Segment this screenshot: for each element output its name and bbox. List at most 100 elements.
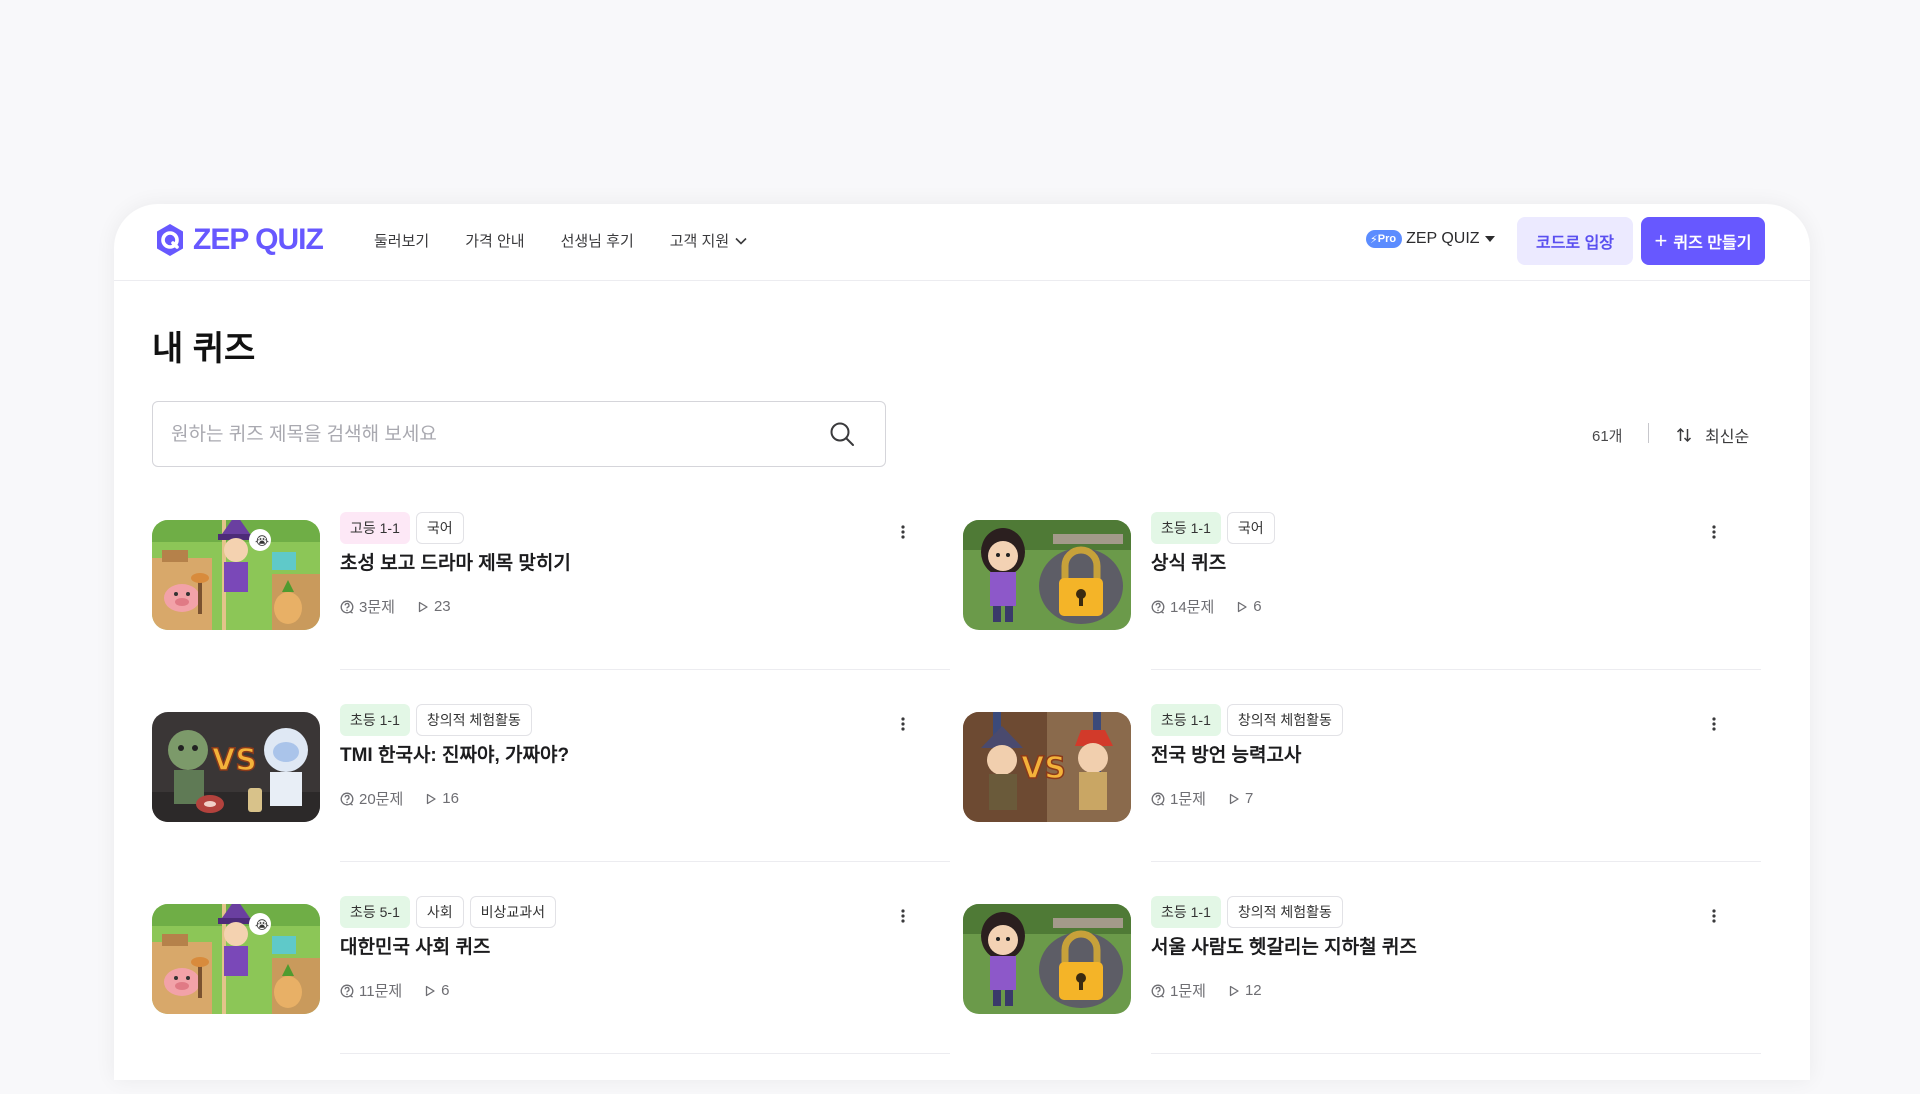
subject-tag: 창의적 체험활동 (1226, 896, 1343, 928)
kebab-dots (901, 525, 905, 539)
page-title: 내 퀴즈 (152, 330, 256, 368)
quiz-card[interactable]: 😭 고등 1-1 국어 초성 보고 드라마 제목 맞히기 3문제 23 (148, 504, 960, 694)
grade-tag: 고등 1-1 (340, 512, 410, 544)
question-icon (1151, 792, 1165, 806)
quiz-card[interactable]: 😭 초등 5-1 사회 비상교과서 대한민국 사회 퀴즈 11문제 6 (148, 888, 960, 1078)
question-count: 1문제 (1151, 980, 1206, 1001)
nav-pricing[interactable]: 가격 안내 (465, 230, 524, 251)
grade-tag: 초등 1-1 (1151, 704, 1221, 736)
search-input[interactable] (169, 402, 813, 468)
quiz-tags: 초등 1-1 국어 (1151, 512, 1281, 544)
quiz-meta: 11문제 6 (340, 980, 472, 1001)
thumbnail-boys-vs: VS (963, 712, 1131, 822)
quiz-title[interactable]: 상식 퀴즈 (1151, 548, 1226, 575)
thumbnail-girl-padlock (963, 904, 1131, 1014)
quiz-card[interactable]: VS 초등 1-1 창의적 체험활동 전국 방언 능력고사 1문제 7 (959, 696, 1771, 886)
play-count: 6 (424, 982, 450, 999)
quiz-thumbnail[interactable] (963, 520, 1131, 630)
play-icon (1229, 793, 1239, 804)
subject-tag: 비상교과서 (469, 896, 557, 928)
thumbnail-witch-pig-garden: 😭 (152, 520, 320, 630)
kebab-dots (1712, 717, 1716, 731)
logo-icon (157, 224, 183, 256)
question-count-label: 11문제 (359, 983, 403, 1000)
divider (1648, 423, 1649, 443)
quiz-meta: 1문제 12 (1151, 980, 1284, 1001)
quiz-thumbnail[interactable]: VS (963, 712, 1131, 822)
top-navigation-bar: ZEP QUIZ 둘러보기 가격 안내 선생님 후기 고객 지원 ⚡ Pro ZE… (114, 204, 1810, 281)
card-divider (1151, 861, 1761, 862)
quiz-card[interactable]: 초등 1-1 창의적 체험활동 서울 사람도 헷갈리는 지하철 퀴즈 1문제 1… (959, 888, 1771, 1078)
grade-tag: 초등 1-1 (1151, 896, 1221, 928)
kebab-dots (901, 717, 905, 731)
search-icon[interactable] (829, 421, 855, 447)
plan-selector[interactable]: ⚡ Pro ZEP QUIZ (1366, 230, 1495, 248)
app-window: ZEP QUIZ 둘러보기 가격 안내 선생님 후기 고객 지원 ⚡ Pro ZE… (114, 204, 1810, 1080)
lightning-icon: ⚡ (1370, 233, 1378, 246)
svg-text:😭: 😭 (255, 534, 269, 548)
question-icon (340, 600, 354, 614)
more-options-icon[interactable] (893, 522, 913, 542)
play-count: 12 (1228, 982, 1262, 999)
play-count-label: 6 (441, 982, 450, 999)
plan-label: ZEP QUIZ (1406, 230, 1480, 247)
quiz-thumbnail[interactable]: VS (152, 712, 320, 822)
svg-text:😭: 😭 (255, 918, 269, 932)
thumbnail-witch-pig-garden: 😭 (152, 904, 320, 1014)
more-options-icon[interactable] (1704, 522, 1724, 542)
question-count: 3문제 (340, 596, 395, 617)
thumbnail-zombie-vs-ghost: VS (152, 712, 320, 822)
question-count: 1문제 (1151, 788, 1206, 809)
quiz-card[interactable]: VS 초등 1-1 창의적 체험활동 TMI 한국사: 진짜야, 가짜야? 20… (148, 696, 960, 886)
nav-reviews[interactable]: 선생님 후기 (561, 230, 634, 251)
question-icon (1151, 600, 1165, 614)
play-count: 6 (1236, 598, 1262, 615)
more-options-icon[interactable] (893, 714, 913, 734)
quiz-tags: 초등 1-1 창의적 체험활동 (1151, 704, 1349, 736)
create-quiz-label: 퀴즈 만들기 (1673, 235, 1752, 252)
quiz-title[interactable]: 서울 사람도 헷갈리는 지하철 퀴즈 (1151, 932, 1417, 959)
play-icon (427, 793, 436, 804)
quiz-tags: 초등 5-1 사회 비상교과서 (340, 896, 562, 928)
create-quiz-button[interactable]: + 퀴즈 만들기 (1641, 217, 1765, 265)
question-count-label: 20문제 (359, 791, 404, 808)
quiz-meta: 3문제 23 (340, 596, 473, 617)
search-box (152, 401, 886, 468)
quiz-card[interactable]: 초등 1-1 국어 상식 퀴즈 14문제 6 (959, 504, 1771, 694)
nav-support[interactable]: 고객 지원 (670, 230, 747, 251)
svg-text:VS: VS (1021, 751, 1066, 786)
quiz-thumbnail[interactable] (963, 904, 1131, 1014)
play-count-label: 6 (1253, 598, 1262, 615)
play-count-label: 7 (1244, 790, 1254, 807)
kebab-dots (1712, 525, 1716, 539)
quiz-tags: 초등 1-1 창의적 체험활동 (340, 704, 538, 736)
quiz-thumbnail[interactable]: 😭 (152, 904, 320, 1014)
sort-label: 최신순 (1705, 429, 1750, 446)
card-divider (340, 669, 950, 670)
enter-code-button[interactable]: 코드로 입장 (1517, 217, 1633, 265)
play-count: 7 (1228, 790, 1253, 807)
quiz-title[interactable]: 대한민국 사회 퀴즈 (340, 932, 490, 959)
quiz-title[interactable]: 초성 보고 드라마 제목 맞히기 (340, 548, 571, 575)
quiz-count: 61개 (1592, 428, 1623, 445)
more-options-icon[interactable] (1704, 906, 1724, 926)
card-divider (1151, 1053, 1761, 1054)
play-count: 16 (425, 790, 459, 807)
grade-tag: 초등 5-1 (340, 896, 410, 928)
more-options-icon[interactable] (1704, 714, 1724, 734)
plus-icon: + (1654, 228, 1668, 253)
play-count-label: 12 (1244, 982, 1262, 999)
thumbnail-girl-padlock (963, 520, 1131, 630)
chevron-down-icon (735, 237, 747, 245)
sort-button[interactable]: 최신순 (1676, 423, 1749, 447)
more-options-icon[interactable] (893, 906, 913, 926)
nav-support-label: 고객 지원 (669, 233, 730, 250)
pro-badge-label: Pro (1377, 233, 1397, 245)
zep-quiz-logo[interactable]: ZEP QUIZ (152, 222, 324, 258)
nav-browse[interactable]: 둘러보기 (374, 230, 429, 251)
quiz-title[interactable]: 전국 방언 능력고사 (1151, 740, 1301, 767)
subject-tag: 창의적 체험활동 (415, 704, 532, 736)
quiz-thumbnail[interactable]: 😭 (152, 520, 320, 630)
play-icon (1229, 985, 1239, 996)
quiz-title[interactable]: TMI 한국사: 진짜야, 가짜야? (340, 740, 569, 767)
